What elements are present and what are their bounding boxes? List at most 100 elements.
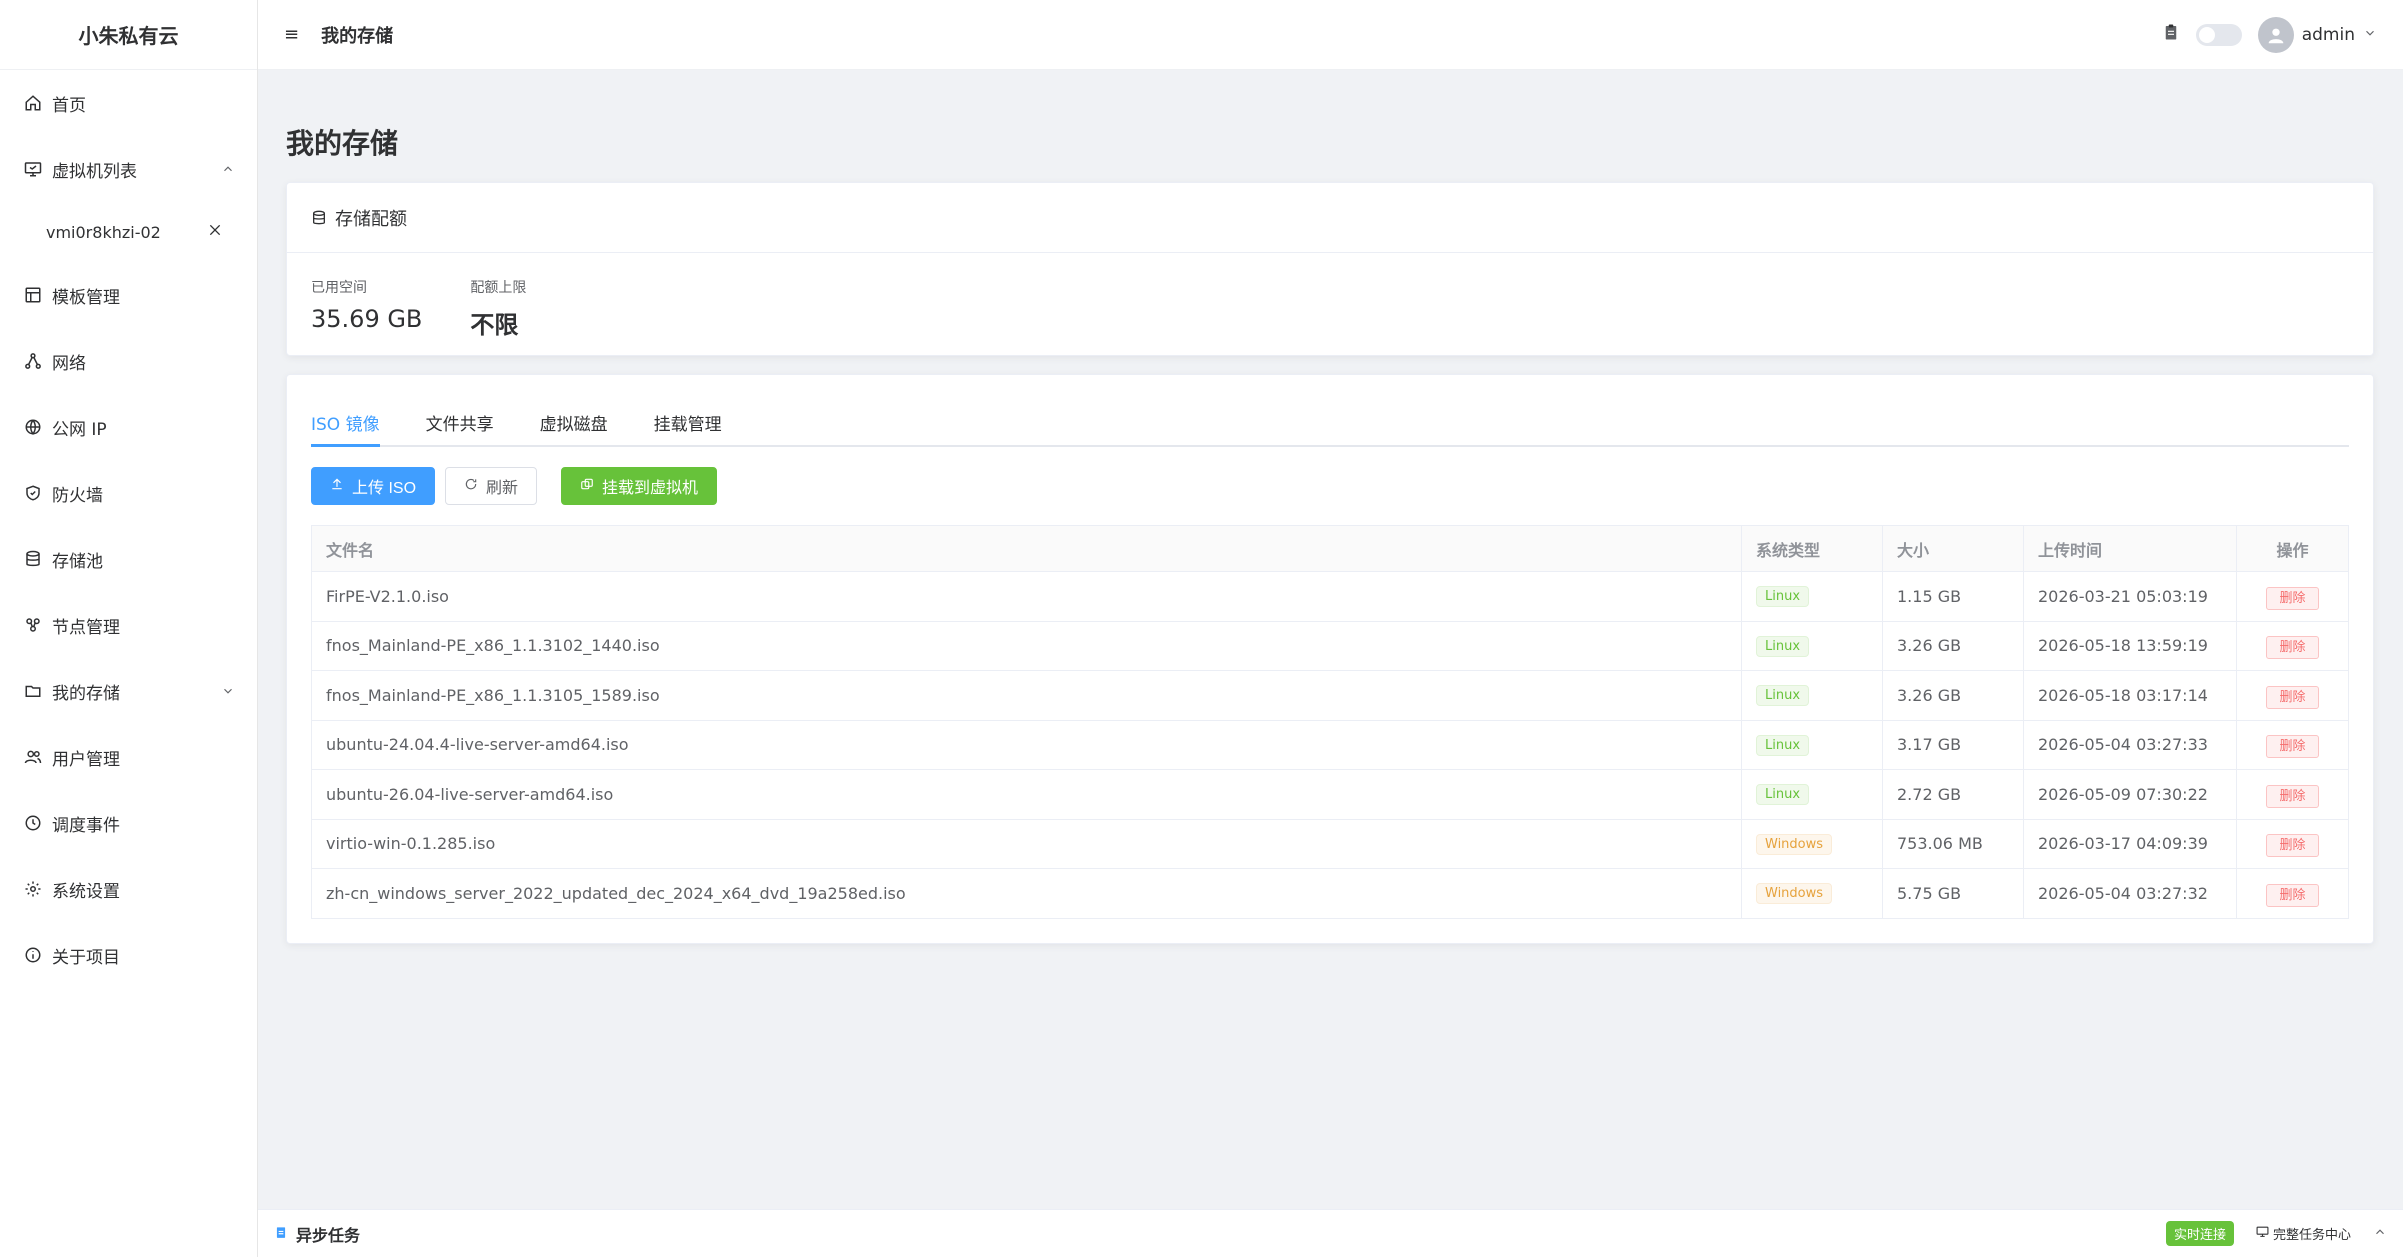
delete-button[interactable]: 删除 [2266,883,2319,907]
os-type-badge: Linux [1756,784,1810,806]
table-row: fnos_Mainland-PE_x86_1.1.3102_1440.iso L… [311,621,2349,671]
refresh-button[interactable]: 刷新 [445,467,538,505]
storage-tabs: ISO 镜像 文件共享 虚拟磁盘 挂载管理 [311,375,2349,447]
delete-button[interactable]: 删除 [2266,636,2319,660]
sidebar-item-firewall[interactable]: 防火墙 [0,460,257,526]
os-type-badge: Linux [1756,635,1810,657]
delete-button[interactable]: 删除 [2266,834,2319,858]
sidebar-menu: 首页 虚拟机列表 vmi0r8khzi-02 模板管理 网络 公网 IP 防火墙… [0,70,257,988]
delete-button[interactable]: 删除 [2266,685,2319,709]
sidebar-item-users[interactable]: 用户管理 [0,724,257,790]
sidebar-item-schedule-events[interactable]: 调度事件 [0,790,257,856]
table-row: zh-cn_windows_server_2022_updated_dec_20… [311,868,2349,919]
clock-icon [24,814,42,832]
sidebar-item-home[interactable]: 首页 [0,70,257,136]
cell-size: 753.06 MB [1882,819,2024,869]
hamburger-icon[interactable]: ≡ [284,24,299,45]
cell-size: 3.26 GB [1882,670,2024,721]
cell-upload-time: 2026-05-04 03:27:32 [2023,868,2237,919]
shield-icon [24,484,42,502]
async-task-title-group[interactable]: 异步任务 [274,1222,2166,1246]
sidebar-item-network[interactable]: 网络 [0,328,257,394]
upload-iso-button[interactable]: 上传 ISO [311,467,436,505]
cell-actions: 删除 [2236,571,2349,622]
upload-icon [330,477,344,496]
cell-actions: 删除 [2236,769,2349,820]
brand-title: 小朱私有云 [0,0,257,70]
sidebar-item-nodes[interactable]: 节点管理 [0,592,257,658]
used-space-value: 35.69 GB [311,305,423,333]
clipboard-icon[interactable] [2162,22,2180,47]
tab-virtual-disk[interactable]: 虚拟磁盘 [540,410,608,445]
clipboard-icon [274,1224,288,1244]
cell-size: 1.15 GB [1882,571,2024,622]
sidebar-item-label: 关于项目 [52,947,120,968]
sidebar-subitem-vm[interactable]: vmi0r8khzi-02 [0,202,257,262]
sidebar-item-label: 防火墙 [52,485,103,506]
cell-filename: virtio-win-0.1.285.iso [311,819,1742,869]
cell-filename: ubuntu-24.04.4-live-server-amd64.iso [311,720,1742,770]
close-icon[interactable] [207,222,223,242]
monitor-icon [2256,1225,2269,1242]
cell-upload-time: 2026-05-04 03:27:33 [2023,720,2237,770]
live-connection-badge: 实时连接 [2165,1221,2234,1246]
cell-filename: fnos_Mainland-PE_x86_1.1.3102_1440.iso [311,621,1742,671]
link-icon [580,477,594,496]
table-row: ubuntu-26.04-live-server-amd64.iso Linux… [311,769,2349,820]
cell-upload-time: 2026-03-21 05:03:19 [2023,571,2237,622]
app-root: 小朱私有云 首页 虚拟机列表 vmi0r8khzi-02 模板管理 网络 公网 … [0,0,2403,1257]
sidebar-item-label: 节点管理 [52,617,120,638]
quota-card: 存储配额 已用空间 35.69 GB 配额上限 不限 [286,182,2374,356]
theme-toggle[interactable] [2195,23,2242,46]
cell-size: 5.75 GB [1882,868,2024,919]
quota-stats: 已用空间 35.69 GB 配额上限 不限 [287,253,2373,364]
sidebar-item-storage-pool[interactable]: 存储池 [0,526,257,592]
tab-mount-management[interactable]: 挂载管理 [654,410,722,445]
delete-button[interactable]: 删除 [2266,784,2319,808]
task-center-link[interactable]: 完整任务中心 [2256,1224,2351,1243]
mount-to-vm-label: 挂载到虚拟机 [602,480,699,497]
header-right: admin [2162,16,2377,53]
globe-icon [24,418,42,436]
sidebar-item-templates[interactable]: 模板管理 [0,262,257,328]
cell-os-type: Linux [1741,769,1883,820]
column-header-filename[interactable]: 文件名 [311,525,1742,572]
cell-os-type: Linux [1741,670,1883,721]
quota-title: 存储配额 [335,208,407,230]
mount-to-vm-button[interactable]: 挂载到虚拟机 [561,467,718,505]
used-space-label: 已用空间 [311,280,367,296]
sidebar-item-about[interactable]: 关于项目 [0,922,257,988]
delete-button[interactable]: 删除 [2266,586,2319,610]
cell-upload-time: 2026-05-18 03:17:14 [2023,670,2237,721]
used-space-stat: 已用空间 35.69 GB [311,277,422,340]
cell-filename: zh-cn_windows_server_2022_updated_dec_20… [311,868,1742,919]
cell-os-type: Linux [1741,571,1883,622]
column-header-upload-time[interactable]: 上传时间 [2023,525,2237,572]
column-header-size[interactable]: 大小 [1882,525,2024,572]
sidebar-item-settings[interactable]: 系统设置 [0,856,257,922]
async-task-actions: 实时连接 完整任务中心 [2165,1221,2387,1246]
quota-limit-value: 不限 [470,311,519,339]
nodes-icon [24,616,42,634]
home-icon [24,94,42,112]
tab-file-share[interactable]: 文件共享 [426,410,494,445]
upload-iso-label: 上传 ISO [352,480,417,497]
chevron-up-icon [221,162,235,176]
user-menu[interactable]: admin [2257,16,2377,53]
username: admin [2301,24,2355,45]
gear-icon [24,880,42,898]
tab-iso[interactable]: ISO 镜像 [311,410,380,447]
cell-filename: ubuntu-26.04-live-server-amd64.iso [311,769,1742,820]
sidebar-item-label: 虚拟机列表 [52,161,137,182]
delete-button[interactable]: 删除 [2266,735,2319,759]
cell-size: 3.17 GB [1882,720,2024,770]
chevron-up-icon[interactable] [2373,1225,2387,1243]
column-header-os-type[interactable]: 系统类型 [1741,525,1883,572]
cell-size: 3.26 GB [1882,621,2024,671]
table-row: fnos_Mainland-PE_x86_1.1.3105_1589.iso L… [311,670,2349,721]
sidebar-item-my-storage[interactable]: 我的存储 [0,658,257,724]
sidebar-item-label: 用户管理 [52,749,120,770]
sidebar-item-vm-list[interactable]: 虚拟机列表 [0,136,257,202]
cell-actions: 删除 [2236,670,2349,721]
sidebar-item-public-ip[interactable]: 公网 IP [0,394,257,460]
